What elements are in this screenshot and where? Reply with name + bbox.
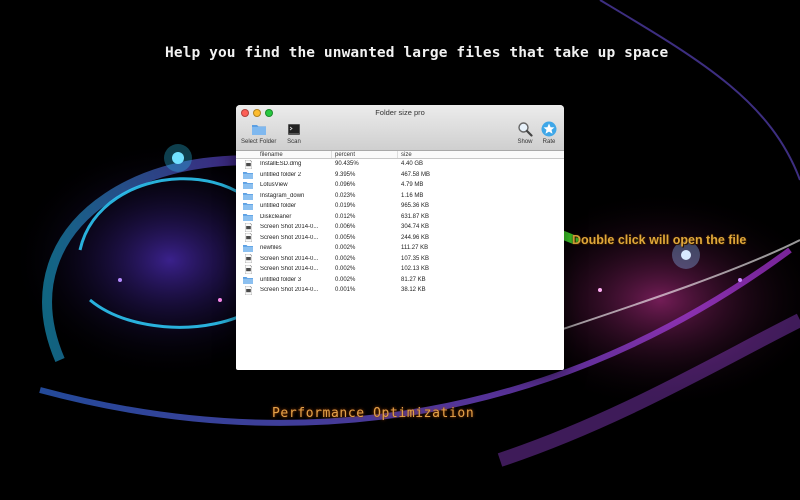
folder-icon (251, 125, 266, 135)
scan-label: Scan (287, 139, 301, 145)
show-button[interactable]: Show (517, 121, 533, 145)
file-percent: 0.005% (335, 234, 356, 241)
folder-icon (236, 212, 260, 223)
folder-icon (236, 275, 260, 286)
file-name: untitled folder (260, 203, 297, 210)
file-name: Screen Shot 2014-0... (260, 266, 319, 273)
file-size: 107.35 KB (401, 255, 430, 262)
file-percent: 9.395% (335, 171, 356, 178)
file-icon (236, 254, 260, 265)
scan-button[interactable]: Scan (286, 121, 302, 145)
file-size: 81.27 KB (401, 276, 426, 283)
file-size: 4.40 GB (401, 161, 424, 168)
folder-icon (236, 243, 260, 254)
scan-icon (288, 124, 300, 135)
file-row[interactable]: untitled folder 3 0.002% 81.27 KB (236, 275, 564, 286)
headline-text: Help you find the unwanted large files t… (165, 45, 669, 61)
file-name: untitled folder 3 (260, 276, 302, 283)
file-name: LotusView (260, 182, 288, 189)
file-percent: 0.002% (335, 276, 356, 283)
column-header-percent[interactable]: percent (332, 151, 398, 158)
file-row[interactable]: untitled folder 2 9.395% 467.58 MB (236, 170, 564, 181)
file-row[interactable]: LotusView 0.096% 4.79 MB (236, 180, 564, 191)
file-icon (236, 159, 260, 170)
file-size: 965.36 KB (401, 203, 430, 210)
file-percent: 0.019% (335, 203, 356, 210)
file-icon (236, 285, 260, 296)
file-percent: 0.001% (335, 287, 356, 294)
window-titlebar: Folder size pro Select Folder Scan Show (236, 105, 564, 151)
magnifier-icon (518, 122, 533, 137)
file-percent: 0.002% (335, 266, 356, 273)
file-size: 4.79 MB (401, 182, 424, 189)
select-folder-button[interactable]: Select Folder (241, 121, 276, 145)
folder-icon (236, 180, 260, 191)
file-row[interactable]: untitled folder 0.019% 965.36 KB (236, 201, 564, 212)
file-icon (236, 264, 260, 275)
file-row[interactable]: Instagram_down 0.023% 1.16 MB (236, 191, 564, 202)
column-header-size[interactable]: size (398, 151, 412, 158)
file-size: 244.96 KB (401, 234, 430, 241)
file-percent: 90.435% (335, 161, 359, 168)
folder-icon (236, 170, 260, 181)
file-size: 304.74 KB (401, 224, 430, 231)
double-click-callout: Double click will open the file (572, 233, 747, 247)
folder-icon (236, 191, 260, 202)
file-name: untitled folder 2 (260, 171, 302, 178)
file-name: Screen Shot 2014-0... (260, 287, 319, 294)
file-list: InstallESD.dmg 90.435% 4.40 GB untitled fol… (236, 159, 564, 296)
file-row[interactable]: Diskcleaner 0.012% 631.87 KB (236, 212, 564, 223)
window-title: Folder size pro (375, 108, 425, 117)
file-size: 102.13 KB (401, 266, 430, 273)
rate-button[interactable]: Rate (541, 121, 557, 145)
file-name: Diskcleaner (260, 213, 292, 220)
file-size: 38.12 KB (401, 287, 426, 294)
show-label: Show (517, 139, 533, 145)
file-row[interactable]: Screen Shot 2014-0... 0.006% 304.74 KB (236, 222, 564, 233)
file-name: newfiles (260, 245, 282, 252)
file-percent: 0.096% (335, 182, 356, 189)
file-percent: 0.012% (335, 213, 356, 220)
file-row[interactable]: Screen Shot 2014-0... 0.002% 102.13 KB (236, 264, 564, 275)
file-percent: 0.002% (335, 255, 356, 262)
column-header-filename[interactable]: filename (236, 151, 332, 158)
star-icon (541, 121, 557, 137)
folder-icon (236, 201, 260, 212)
file-size: 631.87 KB (401, 213, 430, 220)
app-window: Folder size pro Select Folder Scan Show (236, 105, 564, 370)
file-percent: 0.023% (335, 192, 356, 199)
file-name: Screen Shot 2014-0... (260, 224, 319, 231)
file-size: 1.16 MB (401, 192, 424, 199)
file-size: 111.27 KB (401, 245, 429, 252)
file-row[interactable]: Screen Shot 2014-0... 0.002% 107.35 KB (236, 254, 564, 265)
file-row[interactable]: newfiles 0.002% 111.27 KB (236, 243, 564, 254)
file-name: InstallESD.dmg (260, 161, 302, 168)
performance-caption: Performance Optimization (272, 406, 475, 421)
file-icon (236, 222, 260, 233)
file-row[interactable]: Screen Shot 2014-0... 0.005% 244.96 KB (236, 233, 564, 244)
rate-label: Rate (542, 139, 556, 145)
select-folder-label: Select Folder (241, 139, 277, 145)
table-header: filename percent size (236, 151, 564, 159)
file-row[interactable]: Screen Shot 2014-0... 0.001% 38.12 KB (236, 285, 564, 296)
file-percent: 0.002% (335, 245, 356, 252)
file-icon (236, 233, 260, 244)
file-name: Screen Shot 2014-0... (260, 255, 319, 262)
file-size: 467.58 MB (401, 171, 431, 178)
file-row[interactable]: InstallESD.dmg 90.435% 4.40 GB (236, 159, 564, 170)
file-name: Screen Shot 2014-0... (260, 234, 319, 241)
file-name: Instagram_down (260, 192, 305, 199)
file-percent: 0.006% (335, 224, 356, 231)
